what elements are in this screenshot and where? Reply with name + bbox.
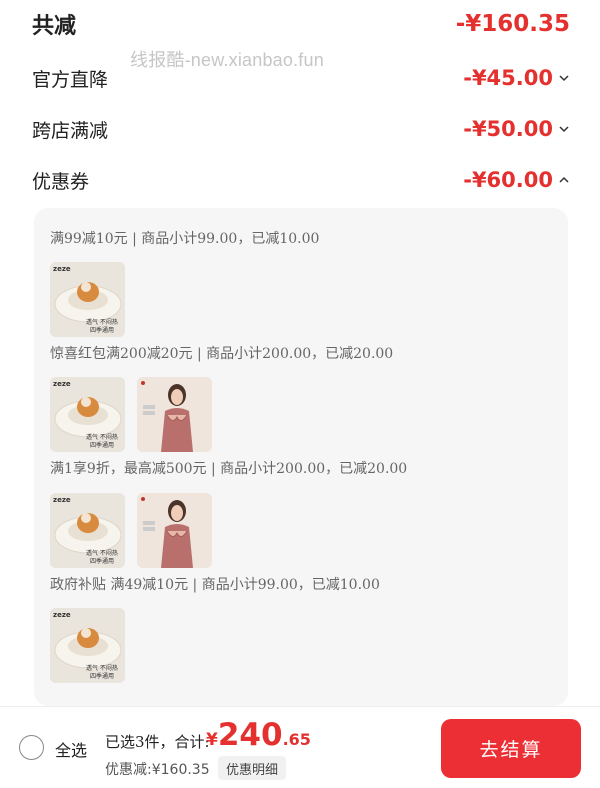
- checkout-bar: 全选 已选3件，合计: ¥ 240 .65 优惠减:¥160.35 优惠明细 去…: [0, 706, 600, 788]
- selected-count-label: 已选3件，合计:: [105, 733, 210, 751]
- coupon-discount-row[interactable]: 优惠券 -¥60.00: [32, 160, 570, 200]
- svg-text:透气 不闷热: 透气 不闷热: [86, 664, 118, 672]
- coupon-3-products: zeze 透气 不闷热 四季通用: [50, 493, 212, 568]
- checkout-button[interactable]: 去结算: [441, 719, 581, 778]
- cross-store-discount-label: 跨店满减: [32, 119, 109, 142]
- product-thumb-pet-bed[interactable]: zeze 透气 不闷热 四季通用: [50, 262, 125, 337]
- coupon-discount-amount: -¥60.00: [463, 168, 553, 192]
- coupon-line-3: 满1享9折，最高减500元 | 商品小计200.00，已减20.00: [50, 461, 408, 477]
- svg-text:四季通用: 四季通用: [90, 557, 114, 565]
- svg-text:四季通用: 四季通用: [90, 441, 114, 449]
- svg-text:四季通用: 四季通用: [90, 672, 114, 680]
- coupon-line-2: 惊喜红包满200减20元 | 商品小计200.00，已减20.00: [50, 346, 394, 362]
- lingerie-icon: [137, 493, 212, 568]
- coupon-detail-box: 满99减10元 | 商品小计99.00，已减10.00 zeze 透气 不闷热 …: [34, 208, 568, 706]
- chevron-up-icon[interactable]: [558, 174, 570, 186]
- total-price: ¥ 240 .65: [206, 717, 311, 753]
- discount-panel: 共减 -¥160.35 线报酷-new.xianbao.fun 官方直降 -¥4…: [0, 0, 600, 706]
- total-discount-amount: -¥160.35: [455, 11, 570, 37]
- pet-bed-icon: zeze 透气 不闷热 四季通用: [50, 377, 125, 452]
- product-thumb-pet-bed[interactable]: zeze 透气 不闷热 四季通用: [50, 377, 125, 452]
- pet-bed-icon: zeze 透气 不闷热 四季通用: [50, 608, 125, 683]
- official-discount-amount: -¥45.00: [463, 66, 553, 90]
- coupon-1-products: zeze 透气 不闷热 四季通用: [50, 262, 125, 337]
- svg-text:透气 不闷热: 透气 不闷热: [86, 549, 118, 557]
- total-price-integer: 240: [217, 717, 283, 753]
- pet-bed-icon: zeze 透气 不闷热 四季通用: [50, 262, 125, 337]
- coupon-line-1: 满99减10元 | 商品小计99.00，已减10.00: [50, 231, 320, 247]
- official-discount-label: 官方直降: [32, 68, 109, 91]
- product-thumb-lingerie[interactable]: [137, 493, 212, 568]
- total-discount-row: 共减 -¥160.35: [32, 4, 570, 44]
- coupon-4-products: zeze 透气 不闷热 四季通用: [50, 608, 125, 683]
- chevron-down-icon[interactable]: [558, 72, 570, 84]
- discount-summary: 优惠减:¥160.35: [105, 762, 210, 778]
- coupon-discount-label: 优惠券: [32, 170, 90, 193]
- svg-text:zeze: zeze: [53, 496, 71, 504]
- product-thumb-lingerie[interactable]: [137, 377, 212, 452]
- svg-text:透气 不闷热: 透气 不闷热: [86, 433, 118, 441]
- svg-text:四季通用: 四季通用: [90, 326, 114, 334]
- official-discount-row[interactable]: 官方直降 -¥45.00: [32, 58, 570, 98]
- coupon-2-products: zeze 透气 不闷热 四季通用: [50, 377, 212, 452]
- total-price-decimal: .65: [282, 730, 311, 749]
- pet-bed-icon: zeze 透气 不闷热 四季通用: [50, 493, 125, 568]
- svg-text:透气 不闷热: 透气 不闷热: [86, 318, 118, 326]
- product-thumb-pet-bed[interactable]: zeze 透气 不闷热 四季通用: [50, 608, 125, 683]
- coupon-line-4: 政府补贴 满49减10元 | 商品小计99.00，已减10.00: [50, 577, 380, 593]
- chevron-down-icon[interactable]: [558, 123, 570, 135]
- total-discount-label: 共减: [32, 13, 77, 39]
- product-thumb-pet-bed[interactable]: zeze 透气 不闷热 四季通用: [50, 493, 125, 568]
- select-all-label[interactable]: 全选: [55, 737, 87, 761]
- total-price-currency: ¥: [206, 730, 218, 750]
- svg-text:zeze: zeze: [53, 265, 71, 273]
- select-all-radio[interactable]: [19, 735, 44, 760]
- cross-store-discount-row[interactable]: 跨店满减 -¥50.00: [32, 109, 570, 149]
- discount-detail-button[interactable]: 优惠明细: [218, 756, 287, 780]
- svg-text:zeze: zeze: [53, 380, 71, 388]
- cross-store-discount-amount: -¥50.00: [463, 117, 553, 141]
- svg-text:zeze: zeze: [53, 611, 71, 619]
- lingerie-icon: [137, 377, 212, 452]
